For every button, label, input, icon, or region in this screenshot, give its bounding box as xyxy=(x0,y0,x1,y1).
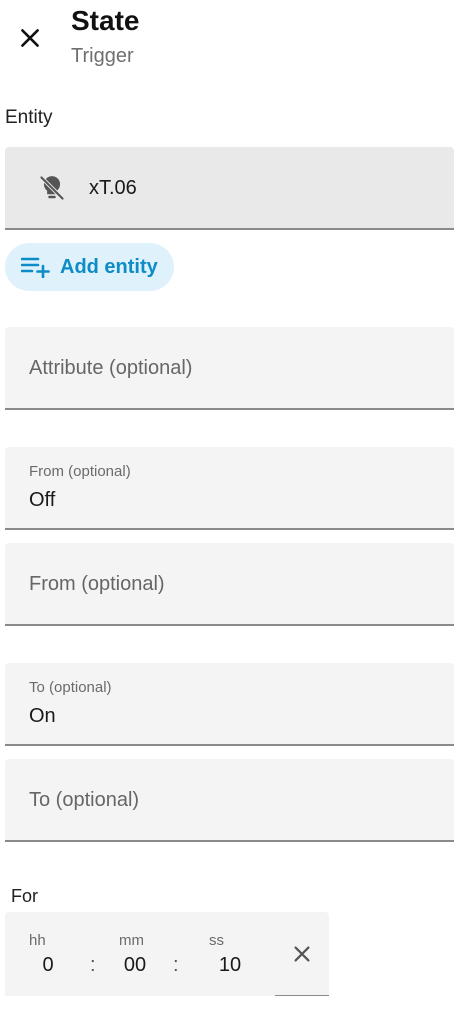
hours-separator: : xyxy=(90,954,96,976)
add-entity-label: Add entity xyxy=(60,255,158,278)
attribute-field[interactable]: Attribute (optional) xyxy=(5,327,454,410)
duration-underline xyxy=(275,995,329,996)
close-icon xyxy=(294,946,310,962)
close-button[interactable] xyxy=(10,18,50,58)
playlist-add-icon xyxy=(21,257,50,278)
to-select[interactable]: To (optional) On xyxy=(5,663,454,746)
from-label: From (optional) xyxy=(29,463,131,480)
seconds-unit-label: ss xyxy=(209,932,224,949)
close-icon xyxy=(21,29,39,47)
duration-input: hh 0 : mm 00 : ss 10 xyxy=(5,912,329,996)
to-value: On xyxy=(29,705,56,727)
add-entity-button[interactable]: Add entity xyxy=(5,243,174,291)
hours-input[interactable]: 0 xyxy=(28,954,68,977)
entity-section-label: Entity xyxy=(5,107,53,128)
minutes-unit-label: mm xyxy=(119,932,144,949)
page-title: State xyxy=(71,5,140,36)
minutes-input[interactable]: 00 xyxy=(115,954,155,977)
attribute-placeholder: Attribute (optional) xyxy=(29,357,193,379)
duration-label: For xyxy=(11,886,38,906)
clear-duration-button[interactable] xyxy=(287,939,317,969)
seconds-input[interactable]: 10 xyxy=(210,954,250,977)
from-placeholder: From (optional) xyxy=(29,573,165,595)
to-label: To (optional) xyxy=(29,679,112,696)
to-placeholder: To (optional) xyxy=(29,789,140,811)
from-select[interactable]: From (optional) Off xyxy=(5,447,454,530)
from-value: Off xyxy=(29,489,56,511)
page-subtitle: Trigger xyxy=(71,45,134,67)
entity-value: xT.06 xyxy=(89,177,137,199)
lightbulb-off-icon xyxy=(39,175,65,201)
to-field[interactable]: To (optional) xyxy=(5,759,454,842)
minutes-separator: : xyxy=(173,954,179,976)
hours-unit-label: hh xyxy=(29,932,46,949)
entity-picker[interactable]: xT.06 xyxy=(5,147,454,230)
from-field[interactable]: From (optional) xyxy=(5,543,454,626)
